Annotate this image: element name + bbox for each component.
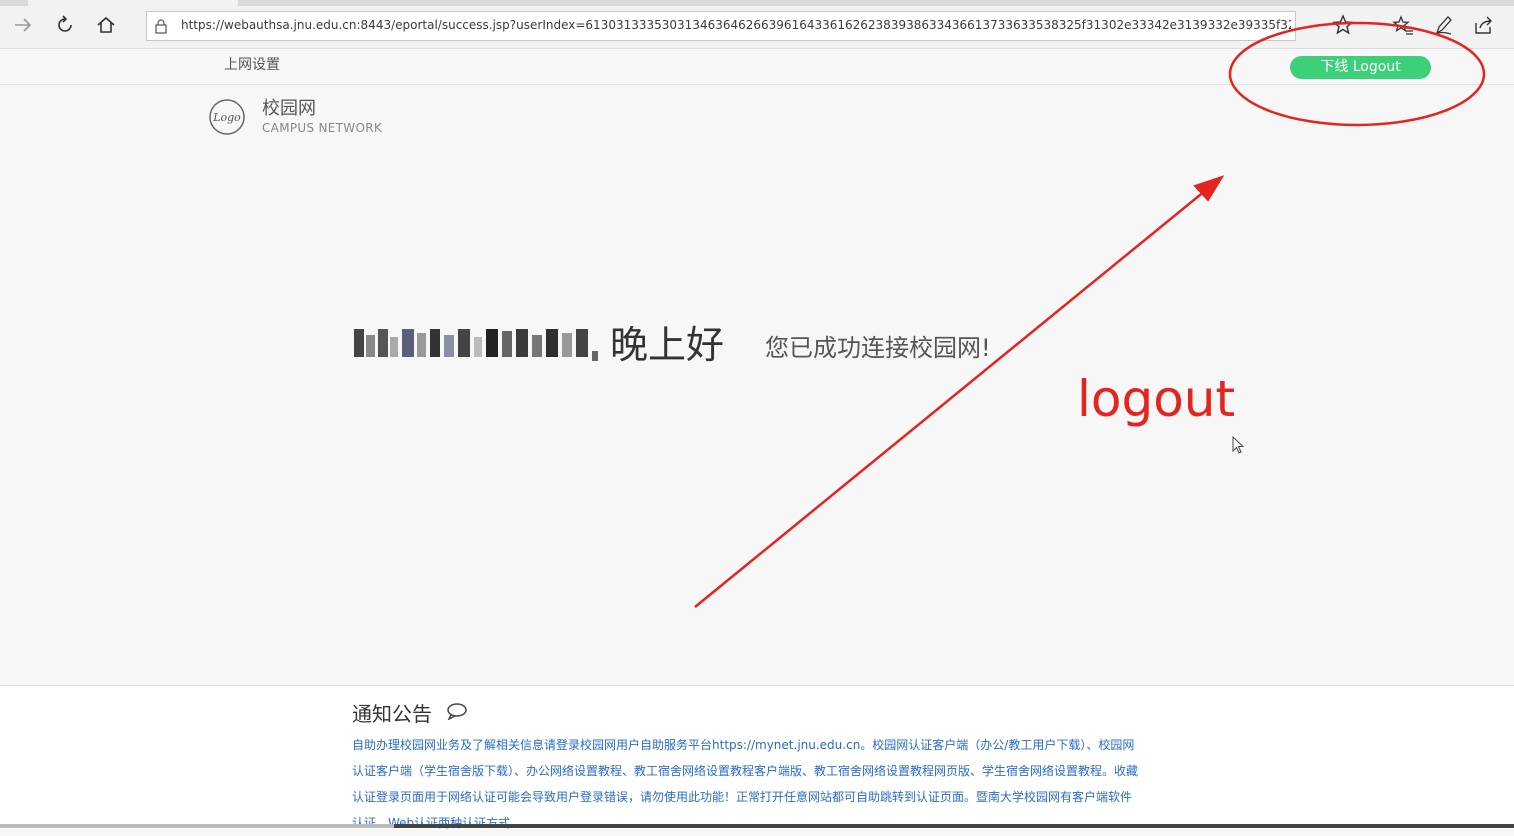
connection-status: 您已成功连接校园网! [765, 334, 991, 362]
logout-button[interactable]: 下线 Logout [1290, 56, 1431, 79]
horizontal-scrollbar[interactable] [0, 824, 1514, 828]
url-text[interactable]: https://webauthsa.jnu.edu.cn:8443/eporta… [181, 18, 1291, 36]
annotation-arrow-head [1193, 175, 1225, 202]
share-icon[interactable] [1472, 13, 1496, 37]
scrollbar-track-start [0, 824, 394, 828]
notice-content[interactable]: 自助办理校园网业务及了解相关信息请登录校园网用户自助服务平台https://my… [352, 732, 1142, 836]
portal-nav-bar: 上网设置 [0, 49, 1514, 85]
chat-bubble-icon [447, 703, 467, 720]
brand-name-cn: 校园网 [262, 98, 316, 119]
address-bar[interactable]: https://webauthsa.jnu.edu.cn:8443/eporta… [146, 11, 1296, 41]
forward-icon[interactable] [10, 12, 36, 38]
network-settings-link[interactable]: 上网设置 [224, 54, 280, 74]
home-icon[interactable] [93, 12, 119, 38]
annotation-label: logout [1077, 370, 1236, 428]
lock-icon [155, 19, 167, 34]
active-tab[interactable] [28, 0, 238, 6]
notice-section: 通知公告 自助办理校园网业务及了解相关信息请登录校园网用户自助服务平台https… [0, 685, 1514, 830]
favorites-list-icon[interactable] [1391, 13, 1415, 37]
refresh-icon[interactable] [52, 12, 78, 38]
greeting-text: 晚上好 [610, 323, 725, 367]
logo-text: Logo [212, 111, 241, 124]
favorite-star-icon[interactable] [1331, 13, 1355, 37]
notice-title: 通知公告 [352, 702, 432, 726]
pen-notes-icon[interactable] [1431, 13, 1455, 37]
brand-name-en: CAMPUS NETWORK [262, 121, 382, 135]
redacted-username [354, 329, 598, 361]
browser-toolbar: https://webauthsa.jnu.edu.cn:8443/eporta… [0, 0, 1514, 49]
mouse-cursor-icon [1232, 436, 1245, 454]
campus-logo: Logo [209, 99, 245, 135]
tab-strip [0, 0, 1514, 6]
